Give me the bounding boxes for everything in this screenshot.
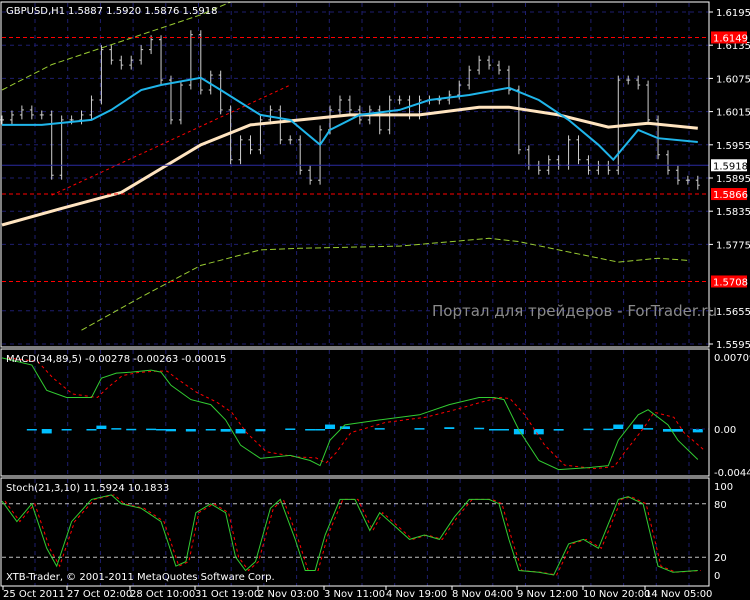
stoch-panel[interactable] bbox=[1, 494, 709, 576]
stoch-tick-label: 100 bbox=[714, 482, 733, 493]
macd-histogram-bar bbox=[165, 429, 176, 432]
time-label: 25 Oct 2011 bbox=[3, 589, 65, 600]
macd-histogram-bar bbox=[205, 429, 216, 431]
time-label: 14 Nov 05:00 bbox=[645, 589, 712, 600]
level-price-label: 1.5866 bbox=[713, 190, 748, 201]
stoch-main-line bbox=[1, 494, 698, 576]
time-label: 4 Nov 19:00 bbox=[386, 589, 447, 600]
macd-histogram-bar bbox=[603, 428, 614, 431]
symbol-timeframe: GBPUSD,H1 bbox=[6, 6, 65, 17]
macd-histogram-bar bbox=[633, 424, 644, 429]
macd-histogram-bar bbox=[146, 428, 157, 431]
price-tick-label: 1.6075 bbox=[716, 74, 750, 85]
price-panel[interactable] bbox=[0, 1, 709, 331]
macd-histogram-bar bbox=[315, 429, 326, 431]
macd-histogram-bar bbox=[285, 428, 296, 430]
macd-panel-border bbox=[0, 348, 710, 477]
macd-histogram-bar bbox=[533, 429, 544, 435]
macd-histogram-bar bbox=[86, 429, 97, 431]
time-label: 3 Nov 11:00 bbox=[324, 589, 385, 600]
macd-histogram-bar bbox=[41, 429, 52, 434]
price-tick-label: 1.5655 bbox=[716, 307, 750, 318]
macd-histogram-bar bbox=[235, 429, 246, 434]
macd-histogram-bar bbox=[156, 429, 167, 431]
macd-histogram-bar bbox=[474, 427, 485, 430]
macd-histogram-bar bbox=[583, 428, 594, 431]
macd-histogram-bar bbox=[305, 429, 316, 431]
macd-histogram-bar bbox=[255, 429, 266, 432]
macd-histogram-bar bbox=[96, 425, 107, 429]
stoch-tick-label: 20 bbox=[714, 553, 727, 564]
macd-histogram-bar bbox=[126, 428, 137, 431]
macd-tick-label: -0.0044 bbox=[714, 468, 750, 479]
macd-histogram-bar bbox=[672, 429, 683, 432]
stoch-title: Stoch(21,3,10) 11.5924 10.1833 bbox=[6, 483, 169, 494]
macd-histogram-bar bbox=[414, 428, 425, 430]
moving-average-slow bbox=[1, 105, 698, 227]
macd-histogram-bar bbox=[553, 429, 564, 431]
level-price-label: 1.6149 bbox=[713, 33, 748, 44]
bid-price-label: 1.5918 bbox=[713, 161, 748, 172]
price-tick-label: 1.5955 bbox=[716, 141, 750, 152]
watermark: Портал для трейдеров - ForTrader.ru bbox=[432, 302, 717, 320]
trading-chart[interactable]: 1.61951.61351.60751.60151.59551.58951.58… bbox=[0, 0, 750, 600]
macd-histogram-bar bbox=[111, 428, 122, 430]
macd-tick-label: 0.00709 bbox=[714, 353, 750, 364]
price-tick-label: 1.6195 bbox=[716, 8, 750, 19]
macd-histogram-bar bbox=[692, 429, 703, 433]
macd-histogram-bar bbox=[374, 428, 385, 430]
time-label: 8 Nov 04:00 bbox=[452, 589, 513, 600]
ohlc-values: 1.5887 1.5920 1.5876 1.5918 bbox=[68, 6, 218, 17]
macd-histogram-bar bbox=[498, 429, 509, 431]
macd-histogram-bar bbox=[444, 427, 455, 429]
time-label: 10 Nov 20:00 bbox=[583, 589, 650, 600]
macd-histogram-bar bbox=[643, 428, 654, 430]
macd-histogram-bar bbox=[185, 429, 196, 432]
macd-histogram-bar bbox=[325, 424, 336, 429]
level-price-label: 1.5708 bbox=[713, 277, 748, 288]
price-tick-label: 1.5835 bbox=[716, 207, 750, 218]
copyright: XTB-Trader, © 2001-2011 MetaQuotes Softw… bbox=[6, 572, 275, 583]
stoch-tick-label: 80 bbox=[714, 500, 727, 511]
price-tick-label: 1.5895 bbox=[716, 174, 750, 185]
time-label: 9 Nov 12:00 bbox=[517, 589, 578, 600]
time-label: 2 Nov 03:00 bbox=[258, 589, 319, 600]
macd-histogram-bar bbox=[26, 429, 37, 431]
stoch-signal-line bbox=[4, 494, 701, 576]
stoch-tick-label: 0 bbox=[714, 571, 720, 582]
macd-panel[interactable] bbox=[1, 357, 709, 471]
macd-title: MACD(34,89,5) -0.00278 -0.00263 -0.00015 bbox=[6, 354, 226, 365]
grid bbox=[2, 3, 709, 586]
macd-histogram-bar bbox=[61, 429, 72, 431]
price-panel-border bbox=[0, 1, 710, 348]
macd-histogram-bar bbox=[220, 429, 231, 432]
price-tick-label: 1.5775 bbox=[716, 240, 750, 251]
time-label: 31 Oct 19:00 bbox=[195, 589, 260, 600]
macd-histogram-bar bbox=[489, 429, 500, 431]
time-label: 28 Oct 10:00 bbox=[130, 589, 195, 600]
macd-line bbox=[1, 357, 699, 471]
macd-tick-label: 0.00 bbox=[714, 425, 736, 436]
price-tick-label: 1.6015 bbox=[716, 108, 750, 119]
price-tick-label: 1.5595 bbox=[716, 340, 750, 351]
time-label: 27 Oct 02:00 bbox=[67, 589, 132, 600]
moving-average-fast bbox=[2, 76, 698, 162]
macd-histogram-bar bbox=[613, 424, 624, 429]
stoch-panel-border bbox=[0, 477, 710, 587]
